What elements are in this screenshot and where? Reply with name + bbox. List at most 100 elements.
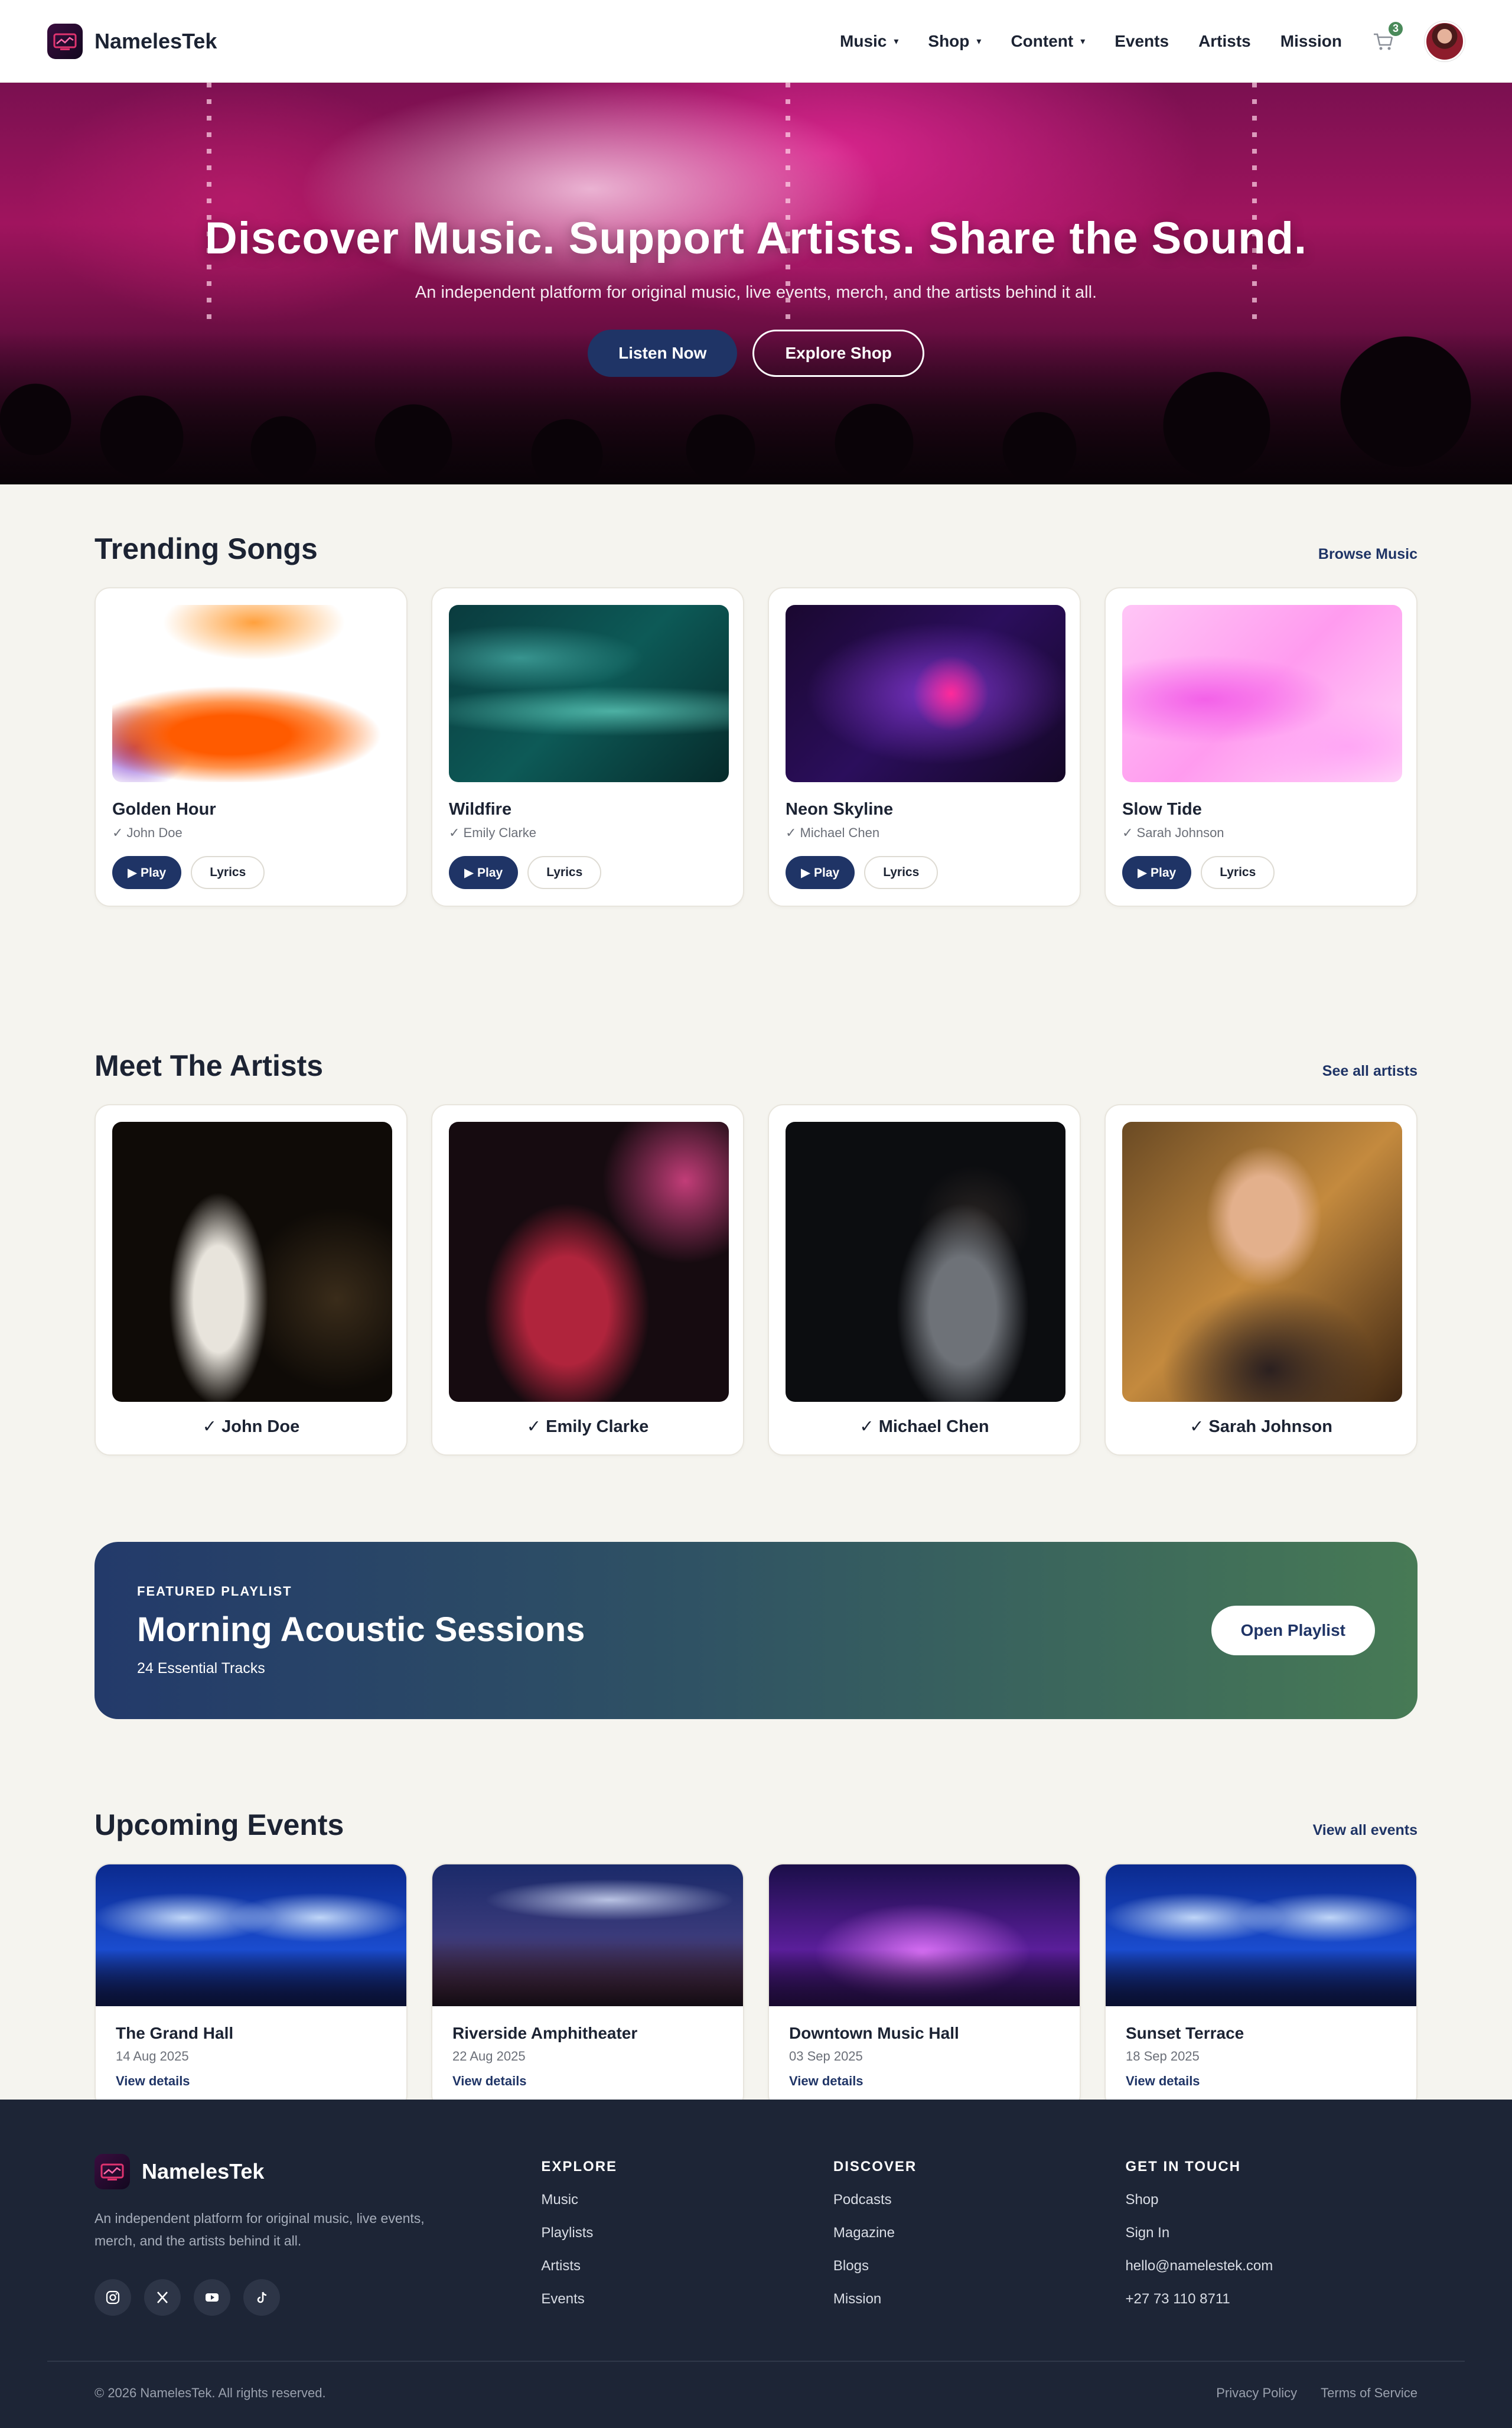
nav-item-label: Shop bbox=[928, 31, 970, 50]
footer-link[interactable]: Mission bbox=[833, 2291, 1126, 2307]
nav-item-events[interactable]: Events bbox=[1115, 32, 1169, 51]
event-date: 18 Sep 2025 bbox=[1126, 2049, 1200, 2064]
lyrics-button[interactable]: Lyrics bbox=[527, 856, 602, 889]
event-date: 14 Aug 2025 bbox=[116, 2049, 189, 2064]
cart-button[interactable]: 3 bbox=[1371, 19, 1405, 53]
event-card[interactable]: The Grand Hall 14 Aug 2025 View details bbox=[94, 1863, 408, 2110]
song-actions: ▶ Play Lyrics bbox=[449, 856, 726, 889]
footer-link[interactable]: Playlists bbox=[541, 2225, 833, 2241]
song-artist: ✓ Sarah Johnson bbox=[1122, 825, 1224, 840]
nav-item-artists[interactable]: Artists bbox=[1198, 32, 1251, 51]
footer-email-link[interactable]: hello@namelestek.com bbox=[1125, 2258, 1418, 2274]
event-image bbox=[432, 1864, 743, 2006]
footer-link[interactable]: Magazine bbox=[833, 2225, 1126, 2241]
play-button[interactable]: ▶ Play bbox=[1122, 856, 1192, 889]
lyrics-button[interactable]: Lyrics bbox=[864, 856, 939, 889]
nav-item-content[interactable]: Content ▾ bbox=[1011, 32, 1085, 51]
see-all-artists-link[interactable]: See all artists bbox=[1322, 1063, 1418, 1080]
lyrics-button[interactable]: Lyrics bbox=[1201, 856, 1275, 889]
song-artwork bbox=[449, 605, 729, 782]
song-title: Neon Skyline bbox=[786, 800, 894, 819]
user-avatar[interactable] bbox=[1425, 21, 1465, 61]
event-title: Downtown Music Hall bbox=[789, 2024, 959, 2042]
instagram-icon[interactable] bbox=[94, 2279, 131, 2316]
event-body: Downtown Music Hall 03 Sep 2025 View det… bbox=[769, 2006, 1080, 2109]
open-playlist-button[interactable]: Open Playlist bbox=[1211, 1606, 1375, 1655]
brand-logo-icon bbox=[94, 2154, 130, 2189]
event-body: Riverside Amphitheater 22 Aug 2025 View … bbox=[432, 2006, 743, 2109]
footer-column-contact: GET IN TOUCH Shop Sign In hello@namelest… bbox=[1125, 2154, 1418, 2324]
footer-phone-link[interactable]: +27 73 110 8711 bbox=[1125, 2291, 1418, 2307]
section-title: Trending Songs bbox=[94, 532, 318, 565]
event-card[interactable]: Riverside Amphitheater 22 Aug 2025 View … bbox=[431, 1863, 744, 2110]
nav-item-shop[interactable]: Shop ▾ bbox=[928, 32, 981, 51]
nav-item-label: Events bbox=[1115, 31, 1169, 50]
footer-link[interactable]: Events bbox=[541, 2291, 833, 2307]
song-card[interactable]: Neon Skyline ✓ Michael Chen ▶ Play Lyric… bbox=[768, 587, 1081, 907]
play-button[interactable]: ▶ Play bbox=[112, 856, 182, 889]
nav-item-music[interactable]: Music ▾ bbox=[840, 32, 898, 51]
footer-link[interactable]: Artists bbox=[541, 2258, 833, 2274]
event-title: Riverside Amphitheater bbox=[452, 2024, 638, 2042]
artist-name: ✓ Michael Chen bbox=[859, 1417, 989, 1436]
song-actions: ▶ Play Lyrics bbox=[1122, 856, 1400, 889]
event-title: Sunset Terrace bbox=[1126, 2024, 1244, 2042]
footer-brand-link[interactable]: NamelesTek bbox=[94, 2154, 541, 2189]
tiktok-icon[interactable] bbox=[243, 2279, 280, 2316]
event-card[interactable]: Downtown Music Hall 03 Sep 2025 View det… bbox=[768, 1863, 1081, 2110]
view-details-link[interactable]: View details bbox=[452, 2074, 723, 2089]
footer-link-list: Podcasts Magazine Blogs Mission bbox=[833, 2192, 1126, 2307]
artist-card[interactable]: ✓ Michael Chen bbox=[768, 1104, 1081, 1456]
listen-now-button[interactable]: Listen Now bbox=[588, 330, 738, 377]
view-details-link[interactable]: View details bbox=[1126, 2074, 1396, 2089]
footer-link[interactable]: Music bbox=[541, 2192, 833, 2208]
explore-shop-button[interactable]: Explore Shop bbox=[752, 330, 924, 377]
hero-banner: Discover Music. Support Artists. Share t… bbox=[0, 83, 1512, 484]
main-menu: Music ▾ Shop ▾ Content ▾ Events Artists … bbox=[840, 19, 1465, 61]
brand-link[interactable]: NamelesTek bbox=[47, 23, 217, 59]
upcoming-events-section: Upcoming Events View all events The Gran… bbox=[94, 1719, 1418, 2110]
playlist-info: FEATURED PLAYLIST Morning Acoustic Sessi… bbox=[137, 1584, 585, 1677]
privacy-policy-link[interactable]: Privacy Policy bbox=[1216, 2385, 1297, 2401]
hero-content: Discover Music. Support Artists. Share t… bbox=[0, 213, 1512, 377]
song-title: Wildfire bbox=[449, 800, 512, 819]
copyright-text: © 2026 NamelesTek. All rights reserved. bbox=[94, 2385, 326, 2400]
x-icon[interactable] bbox=[144, 2279, 181, 2316]
footer-link[interactable]: Podcasts bbox=[833, 2192, 1126, 2208]
song-card[interactable]: Golden Hour ✓ John Doe ▶ Play Lyrics bbox=[94, 587, 408, 907]
song-actions: ▶ Play Lyrics bbox=[112, 856, 390, 889]
artist-card[interactable]: ✓ Emily Clarke bbox=[431, 1104, 744, 1456]
section-title: Meet The Artists bbox=[94, 1049, 324, 1082]
artist-name: ✓ Emily Clarke bbox=[526, 1417, 649, 1436]
artist-card[interactable]: ✓ John Doe bbox=[94, 1104, 408, 1456]
terms-of-service-link[interactable]: Terms of Service bbox=[1321, 2385, 1418, 2401]
footer-column-discover: DISCOVER Podcasts Magazine Blogs Mission bbox=[833, 2154, 1126, 2324]
view-details-link[interactable]: View details bbox=[116, 2074, 386, 2089]
song-artwork bbox=[786, 605, 1065, 782]
song-title: Slow Tide bbox=[1122, 800, 1202, 819]
artist-photo bbox=[449, 1122, 729, 1402]
footer-link[interactable]: Shop bbox=[1125, 2192, 1418, 2208]
event-title: The Grand Hall bbox=[116, 2024, 234, 2042]
caret-down-icon: ▾ bbox=[894, 36, 899, 47]
song-artist: ✓ Michael Chen bbox=[786, 825, 880, 840]
view-details-link[interactable]: View details bbox=[789, 2074, 1060, 2089]
song-card[interactable]: Slow Tide ✓ Sarah Johnson ▶ Play Lyrics bbox=[1104, 587, 1418, 907]
footer-link[interactable]: Sign In bbox=[1125, 2225, 1418, 2241]
song-card[interactable]: Wildfire ✓ Emily Clarke ▶ Play Lyrics bbox=[431, 587, 744, 907]
artist-card[interactable]: ✓ Sarah Johnson bbox=[1104, 1104, 1418, 1456]
event-image bbox=[1106, 1864, 1416, 2006]
play-button[interactable]: ▶ Play bbox=[449, 856, 519, 889]
browse-music-link[interactable]: Browse Music bbox=[1318, 546, 1418, 563]
event-image bbox=[769, 1864, 1080, 2006]
view-all-events-link[interactable]: View all events bbox=[1313, 1822, 1418, 1839]
play-button[interactable]: ▶ Play bbox=[786, 856, 855, 889]
lyrics-button[interactable]: Lyrics bbox=[191, 856, 265, 889]
featured-playlist-banner: FEATURED PLAYLIST Morning Acoustic Sessi… bbox=[94, 1542, 1418, 1719]
artists-section: Meet The Artists See all artists ✓ John … bbox=[94, 907, 1418, 1456]
footer-column-explore: EXPLORE Music Playlists Artists Events bbox=[541, 2154, 833, 2324]
youtube-icon[interactable] bbox=[194, 2279, 230, 2316]
footer-link[interactable]: Blogs bbox=[833, 2258, 1126, 2274]
nav-item-mission[interactable]: Mission bbox=[1280, 32, 1342, 51]
event-card[interactable]: Sunset Terrace 18 Sep 2025 View details bbox=[1104, 1863, 1418, 2110]
